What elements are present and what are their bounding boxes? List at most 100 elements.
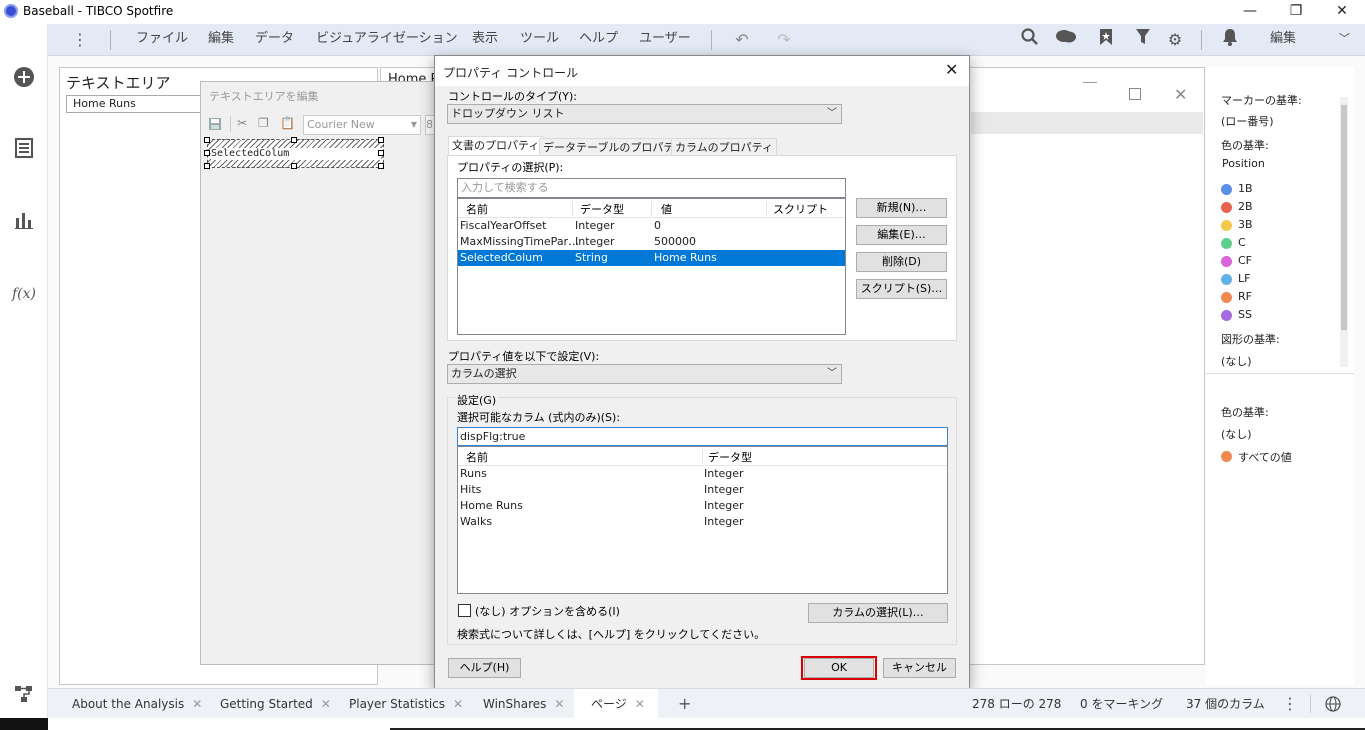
legend-scrollbar[interactable] (1340, 97, 1348, 367)
menu-bar: ⋮ ファイル 編集 データ ビジュアライゼーション 表示 ツール ヘルプ ユーザ… (48, 24, 1365, 56)
tab-winshares[interactable]: WinShares ✕ (483, 689, 564, 719)
control-type-select[interactable]: ドロップダウン リスト ﹀ (447, 104, 842, 124)
close-icon[interactable]: ✕ (635, 697, 645, 711)
column-cell-type: Integer (704, 515, 744, 528)
more-vertical-icon[interactable]: ⋮ (68, 28, 92, 52)
menu-user[interactable]: ユーザー (639, 24, 691, 56)
property-row[interactable]: SelectedColum String Home Runs (458, 250, 845, 266)
tab-about-analysis[interactable]: About the Analysis ✕ (72, 689, 202, 719)
menu-visualization[interactable]: ビジュアライゼーション (316, 24, 458, 56)
legend-scrollbar-thumb[interactable] (1341, 105, 1347, 330)
property-cell-type: String (575, 251, 608, 264)
property-cell-type: Integer (575, 235, 615, 248)
close-icon[interactable]: ✕ (321, 697, 331, 711)
edit-property-button[interactable]: 編集(E)… (856, 225, 947, 245)
column-row[interactable]: Hits Integer (458, 482, 947, 498)
legend-label: C (1238, 236, 1246, 249)
legend-swatch (1221, 202, 1232, 213)
bar-chart-icon[interactable] (12, 210, 36, 234)
menu-tools[interactable]: ツール (520, 24, 559, 56)
globe-icon[interactable] (1325, 696, 1341, 715)
script-button[interactable]: スクリプト(S)… (856, 279, 947, 299)
set-by-value: カラムの選択 (451, 367, 517, 380)
select-columns-button[interactable]: カラムの選択(L)… (808, 603, 948, 623)
search-help-text: 検索式について詳しくは、[ヘルプ] をクリックしてください。 (457, 628, 766, 641)
property-search-input[interactable]: 入力して検索する (457, 178, 846, 198)
column-list-header: 名前 データ型 (458, 447, 947, 466)
tab-getting-started[interactable]: Getting Started ✕ (220, 689, 331, 719)
col-header-value: 値 (661, 203, 672, 216)
font-family-combo[interactable]: Courier New ▼ (303, 115, 421, 135)
undo-icon[interactable]: ↶ (730, 28, 754, 52)
cut-icon[interactable]: ✂ (237, 116, 253, 132)
paste-icon[interactable]: 📋 (280, 116, 296, 132)
column-row[interactable]: Walks Integer (458, 514, 947, 530)
left-sidebar: f(x) (0, 24, 48, 730)
add-icon[interactable] (12, 66, 36, 90)
data-table-icon[interactable] (12, 138, 36, 162)
dialog-close-icon[interactable]: ✕ (945, 60, 958, 79)
copy-icon[interactable]: ❐ (258, 116, 274, 132)
save-icon[interactable] (208, 117, 224, 133)
close-icon[interactable]: ✕ (453, 697, 463, 711)
edit-mode-dropdown[interactable]: 編集 ﹀ (1260, 28, 1356, 52)
tab-player-statistics[interactable]: Player Statistics ✕ (349, 689, 463, 719)
set-by-select[interactable]: カラムの選択 ﹀ (447, 364, 842, 384)
bookmark-icon[interactable] (1094, 28, 1118, 52)
settings-group: 設定(G) 選択可能なカラム (式内のみ)(S): dispFlg:true 名… (447, 392, 957, 645)
search-icon[interactable] (1018, 28, 1042, 52)
col-header-type: データ型 (580, 203, 624, 216)
filter-icon[interactable] (1131, 28, 1155, 52)
text-area-editor-window: テキストエリアを編集 ✂ ❐ 📋 Courier New ▼ 8 Selecte… (200, 81, 437, 665)
column-rows: Runs Integer Hits Integer Home Runs Integer Wa… (458, 466, 947, 530)
include-none-checkbox[interactable] (458, 604, 471, 617)
comments-icon[interactable] (1054, 28, 1078, 52)
legend-label: 1B (1238, 182, 1253, 195)
ok-button[interactable]: OK (804, 658, 874, 678)
menu-help[interactable]: ヘルプ (579, 24, 618, 56)
page-tab-bar: About the Analysis ✕ Getting Started ✕ Pla… (48, 688, 1365, 719)
help-button[interactable]: ヘルプ(H) (448, 658, 521, 678)
menu-file[interactable]: ファイル (136, 24, 188, 56)
tab-document-properties[interactable]: 文書のプロパティ (448, 136, 544, 156)
minimize-button[interactable]: — (1227, 0, 1273, 24)
menu-edit[interactable]: 編集 (208, 24, 234, 56)
column-dropdown[interactable]: Home Runs (66, 95, 206, 113)
close-icon[interactable]: ✕ (192, 697, 202, 711)
property-row[interactable]: MaxMissingTimePar… Integer 500000 (458, 234, 845, 250)
panel-maximize-icon[interactable] (1129, 88, 1141, 100)
tab-page[interactable]: ページ ✕ (574, 689, 658, 719)
property-cell-value: Home Runs (654, 251, 717, 264)
menu-view[interactable]: 表示 (472, 24, 498, 56)
font-family-value: Courier New (307, 118, 375, 131)
redo-icon[interactable]: ↷ (772, 28, 796, 52)
status-more-icon[interactable]: ⋮ (1282, 689, 1298, 719)
panel-close-icon[interactable]: ✕ (1174, 85, 1187, 104)
data-flow-icon[interactable] (12, 684, 36, 708)
gear-icon[interactable]: ⚙ (1163, 28, 1187, 52)
delete-property-button[interactable]: 削除(D) (856, 252, 947, 272)
notification-bell-icon[interactable] (1218, 28, 1242, 52)
legend-swatch (1221, 220, 1232, 231)
text-area-title: テキストエリア (66, 74, 171, 92)
cancel-button[interactable]: キャンセル (883, 658, 956, 678)
function-icon[interactable]: f(x) (12, 282, 36, 306)
legend-panel: マーカーの基準: (ロー番号) 色の基準: Position 1B 2B 3B C CF… (1206, 67, 1354, 685)
menu-data[interactable]: データ (255, 24, 294, 56)
legend-label: LF (1238, 272, 1251, 285)
property-row[interactable]: FiscalYearOffset Integer 0 (458, 218, 845, 234)
column-row[interactable]: Runs Integer (458, 466, 947, 482)
column-row[interactable]: Home Runs Integer (458, 498, 947, 514)
new-property-button[interactable]: 新規(N)… (856, 198, 947, 218)
column-expression-input[interactable]: dispFlg:true (457, 427, 948, 446)
tab-label: WinShares (483, 697, 547, 711)
maximize-button[interactable]: ❐ (1273, 0, 1319, 24)
column-cell-name: Runs (460, 467, 487, 480)
column-cell-name: Hits (460, 483, 482, 496)
close-icon[interactable]: ✕ (554, 697, 564, 711)
panel-minimize-icon[interactable] (1083, 82, 1097, 83)
add-page-button[interactable]: + (678, 689, 691, 719)
close-button[interactable]: ✕ (1319, 0, 1365, 24)
property-cell-value: 500000 (654, 235, 696, 248)
col-list-header-name: 名前 (466, 451, 488, 464)
